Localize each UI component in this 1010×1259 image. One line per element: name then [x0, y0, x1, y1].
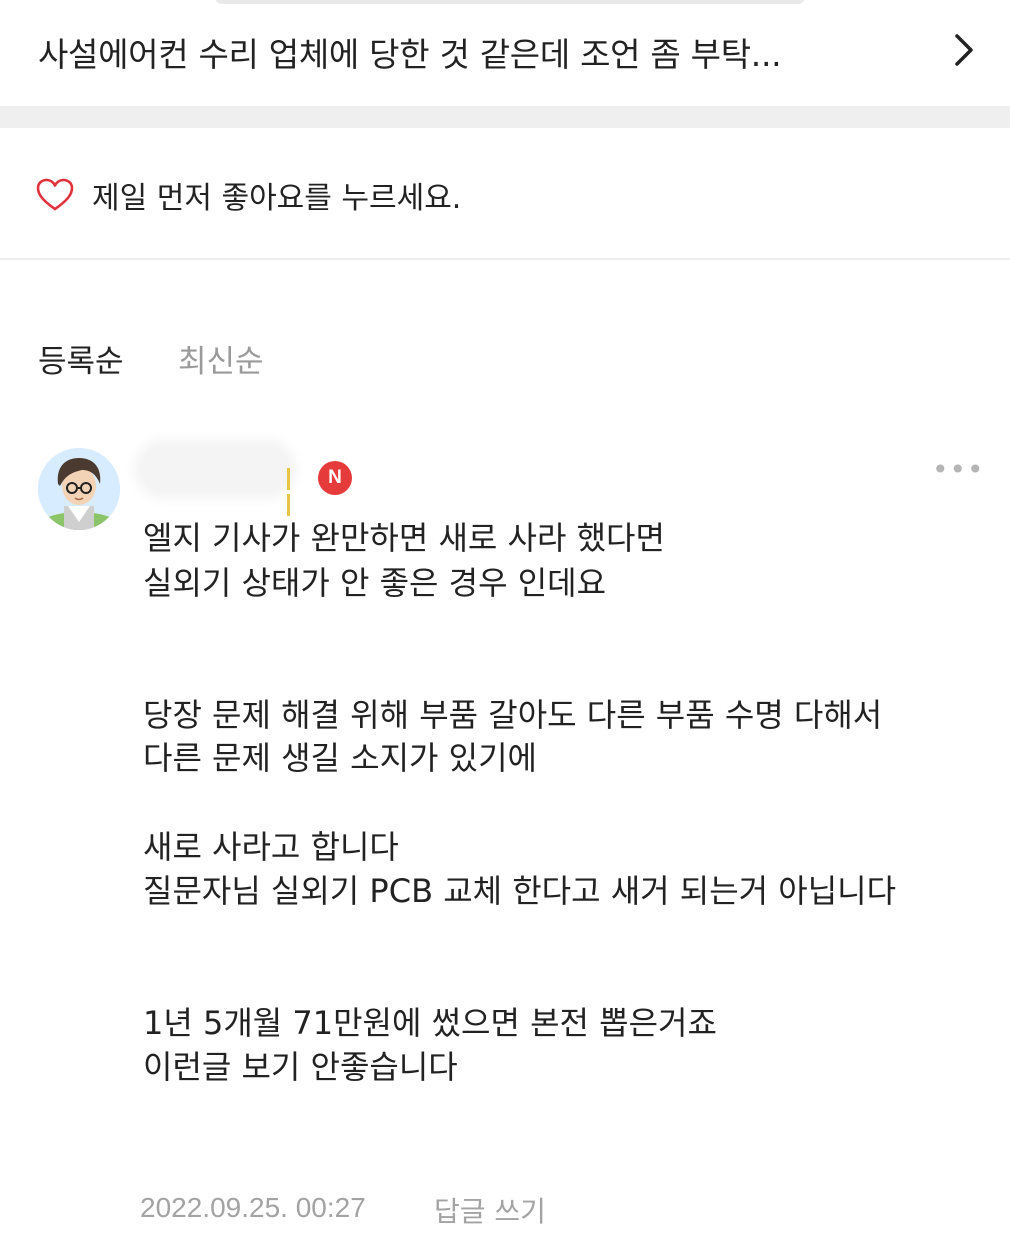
comment-line: 이런글 보기 안좋습니다	[143, 1048, 458, 1086]
comment-line: 실외기 상태가 안 좋은 경우 인데요	[143, 564, 607, 602]
comment-line: 질문자님 실외기 PCB 교체 한다고 새거 되는거 아닙니다	[143, 872, 897, 910]
reply-button[interactable]: 답글 쓰기	[434, 1190, 546, 1230]
section-separator	[0, 106, 1010, 128]
heart-outline-icon[interactable]	[36, 178, 74, 212]
author-name-redacted[interactable]	[140, 445, 290, 493]
sort-tab-latest[interactable]: 최신순	[178, 336, 264, 381]
avatar[interactable]	[38, 448, 120, 530]
comment-line: 다른 문제 생길 소지가 있기에	[143, 739, 537, 777]
comment-line: 엘지 기사가 완만하면 새로 사라 했다면	[143, 519, 665, 557]
like-prompt-text: 제일 먼저 좋아요를 누르세요.	[92, 181, 462, 216]
new-badge: N	[318, 461, 352, 495]
more-options-icon[interactable]: •••	[932, 456, 984, 484]
comment-line: 당장 문제 해결 위해 부품 갈아도 다른 부품 수명 다해서	[143, 696, 883, 734]
author-level-mark	[287, 468, 295, 516]
like-row[interactable]: 제일 먼저 좋아요를 누르세요.	[0, 128, 1010, 258]
related-post-title: 사설에어컨 수리 업체에 당한 것 같은데 조언 좀 부탁...	[38, 35, 782, 74]
comment-date: 2022.09.25. 00:27	[140, 1192, 366, 1223]
chevron-right-icon	[955, 34, 973, 66]
sort-tab-registered[interactable]: 등록순	[38, 336, 124, 381]
comment-line: 1년 5개월 71만원에 썼으면 본전 뽑은거죠	[143, 1004, 717, 1042]
avatar-illustration	[38, 448, 120, 530]
comment-line: 새로 사라고 합니다	[143, 828, 399, 866]
related-post-link[interactable]: 사설에어컨 수리 업체에 당한 것 같은데 조언 좀 부탁...	[0, 0, 1010, 106]
divider	[0, 258, 1010, 260]
